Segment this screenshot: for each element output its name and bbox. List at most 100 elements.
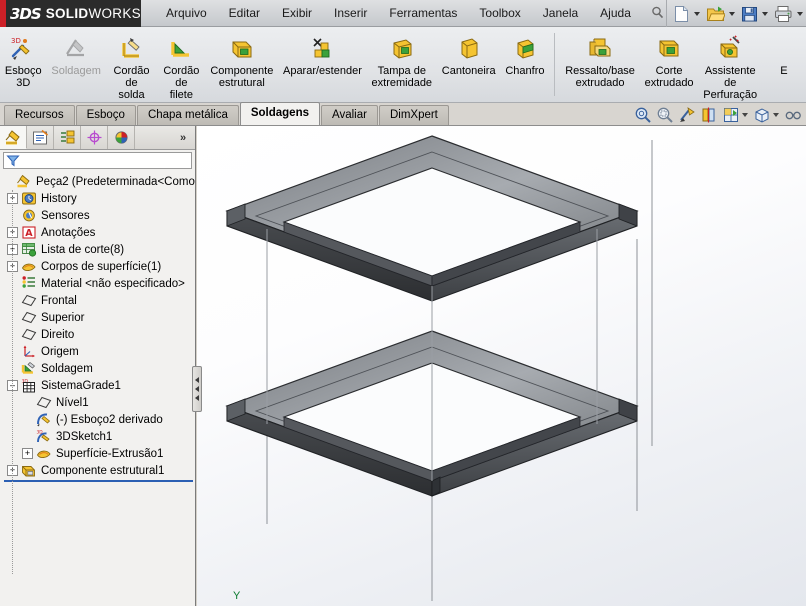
pin-icon[interactable] — [650, 5, 666, 21]
view-orientation-dropdown[interactable] — [742, 113, 748, 117]
panel-splitter-handle[interactable] — [192, 366, 202, 412]
tab-esboco[interactable]: Esboço — [75, 105, 136, 125]
tab-recursos[interactable]: Recursos — [4, 105, 75, 125]
configuration-manager-tab[interactable] — [54, 126, 81, 149]
new-document-dropdown[interactable] — [693, 11, 700, 16]
history-clock-icon — [21, 191, 37, 206]
tree-node-lista-de-corte[interactable]: + Lista de corte(8) — [2, 241, 195, 258]
extruded-cut-icon — [655, 33, 683, 63]
cordao-de-solda-button[interactable]: Cordão de solda — [106, 31, 157, 101]
expander-plus[interactable]: + — [22, 448, 33, 459]
dassault-systemes-logo: 3DS — [10, 4, 42, 23]
tampa-de-extremidade-button[interactable]: Tampa de extremidade — [367, 31, 437, 89]
tree-node-corpos-de-superficie[interactable]: + Corpos de superfície(1) — [2, 258, 195, 275]
rollback-bar[interactable] — [4, 480, 193, 482]
previous-view-button[interactable] — [676, 105, 698, 125]
graphics-viewport[interactable]: Y — [197, 126, 806, 606]
hide-show-items-button[interactable] — [782, 105, 804, 125]
menu-janela[interactable]: Janela — [532, 2, 589, 24]
cordao-de-solda-label: Cordão de solda — [113, 65, 150, 101]
menu-ajuda[interactable]: Ajuda — [589, 2, 642, 24]
display-style-dropdown[interactable] — [773, 113, 779, 117]
tree-node-3dsketch1[interactable]: 3D 3DSketch1 — [2, 428, 195, 445]
weldment-grid-frame-model[interactable] — [197, 126, 806, 606]
assistente-de-perfuracao-button[interactable]: Assistente de Perfuração — [698, 31, 762, 101]
filter-funnel-icon — [6, 154, 20, 167]
tree-node-history[interactable]: + History — [2, 190, 195, 207]
menu-exibir[interactable]: Exibir — [271, 2, 323, 24]
property-manager-tab[interactable] — [27, 126, 54, 149]
tree-node-anotacoes[interactable]: + A Anotações — [2, 224, 195, 241]
tree-node-superior[interactable]: Superior — [2, 309, 195, 326]
tree-filter-input[interactable] — [20, 153, 191, 168]
tree-node-sensores[interactable]: Sensores — [2, 207, 195, 224]
menu-toolbox[interactable]: Toolbox — [468, 2, 531, 24]
tree-node-nivel1[interactable]: Nível1 — [2, 394, 195, 411]
tree-node-sensores-label: Sensores — [41, 209, 90, 222]
save-dropdown[interactable] — [761, 11, 768, 16]
cordao-de-filete-button[interactable]: Cordão de filete — [157, 31, 205, 101]
zoom-to-fit-button[interactable] — [632, 105, 654, 125]
tree-node-sistemagrade1[interactable]: – 3D SistemaGrade1 — [2, 377, 195, 394]
display-style-button[interactable] — [751, 105, 773, 125]
feature-manager-tab[interactable] — [0, 126, 27, 149]
tree-node-origem[interactable]: Origem — [2, 343, 195, 360]
feature-manager-tab-strip: » — [0, 126, 195, 150]
surface-extrude-icon — [36, 446, 52, 461]
tab-soldagens[interactable]: Soldagens — [239, 102, 320, 125]
print-button[interactable] — [772, 2, 795, 25]
tree-node-esboco2-derivado[interactable]: (-) Esboço2 derivado — [2, 411, 195, 428]
espelhar-button[interactable]: E — [762, 31, 806, 77]
annotations-icon: A — [21, 225, 37, 240]
soldagem-button[interactable]: Soldagem — [47, 31, 106, 77]
chanfro-button[interactable]: Chanfro — [500, 31, 549, 77]
tab-avaliar[interactable]: Avaliar — [321, 105, 378, 125]
tree-node-esboco2-derivado-label: (-) Esboço2 derivado — [56, 413, 163, 426]
menu-inserir[interactable]: Inserir — [323, 2, 378, 24]
aparar-estender-button[interactable]: Aparar/estender — [278, 31, 366, 77]
tree-node-peca2[interactable]: Peça2 (Predeterminada<Como u — [2, 173, 195, 190]
dimxpert-manager-tab[interactable] — [81, 126, 108, 149]
assistente-de-perfuracao-label: Assistente de Perfuração — [703, 65, 758, 101]
plane-icon — [21, 293, 37, 308]
display-manager-tab[interactable] — [108, 126, 135, 149]
tree-node-origem-label: Origem — [41, 345, 79, 358]
tree-node-3dsketch1-label: 3DSketch1 — [56, 430, 113, 443]
tab-chapa-metalica[interactable]: Chapa metálica — [136, 105, 239, 125]
componente-estrutural-button[interactable]: Componente estrutural — [206, 31, 279, 89]
sketch-3d-icon: 3D — [9, 33, 37, 63]
sketch-3d-icon: 3D — [36, 429, 52, 444]
tree-node-material[interactable]: Material <não especificado> — [2, 275, 195, 292]
tree-node-soldagem[interactable]: Soldagem — [2, 360, 195, 377]
section-view-button[interactable] — [698, 105, 720, 125]
aparar-estender-label: Aparar/estender — [282, 65, 362, 77]
view-orientation-button[interactable] — [720, 105, 742, 125]
save-button[interactable] — [739, 2, 760, 25]
menu-arquivo[interactable]: Arquivo — [155, 2, 218, 24]
feature-manager-more-button[interactable]: » — [171, 126, 195, 149]
new-document-button[interactable] — [671, 2, 692, 25]
solidworks-window: 3DS SOLIDWORKS Arquivo Editar Exibir Ins… — [0, 0, 806, 606]
sketch-icon — [36, 412, 52, 427]
corte-extrudado-button[interactable]: Corte extrudado — [640, 31, 699, 89]
tree-filter-bar[interactable] — [3, 152, 192, 169]
open-document-dropdown[interactable] — [728, 11, 735, 16]
ressalto-base-extrudado-label: Ressalto/base extrudado — [565, 65, 635, 89]
cantoneira-button[interactable]: Cantoneira — [437, 31, 501, 77]
menu-ferramentas[interactable]: Ferramentas — [378, 2, 468, 24]
print-dropdown[interactable] — [796, 11, 803, 16]
tree-node-frontal[interactable]: Frontal — [2, 292, 195, 309]
menu-editar[interactable]: Editar — [218, 2, 271, 24]
zoom-to-area-button[interactable] — [654, 105, 676, 125]
tab-dimxpert[interactable]: DimXpert — [378, 105, 449, 125]
menu-bar: 3DS SOLIDWORKS Arquivo Editar Exibir Ins… — [0, 0, 806, 27]
componente-estrutural-label: Componente estrutural — [210, 65, 274, 89]
tree-node-direito[interactable]: Direito — [2, 326, 195, 343]
tree-node-componente-estrutural1[interactable]: + Componente estrutural1 — [2, 462, 195, 479]
dimxpert-manager-icon — [85, 129, 104, 146]
open-document-button[interactable] — [704, 2, 727, 25]
esboco-3d-button[interactable]: 3D Esboço 3D — [0, 31, 47, 89]
tree-node-superficie-extrusao1[interactable]: + Superfície-Extrusão1 — [2, 445, 195, 462]
tree-node-superficie-extrusao1-label: Superfície-Extrusão1 — [56, 447, 164, 460]
ressalto-base-extrudado-button[interactable]: Ressalto/base extrudado — [560, 31, 639, 89]
